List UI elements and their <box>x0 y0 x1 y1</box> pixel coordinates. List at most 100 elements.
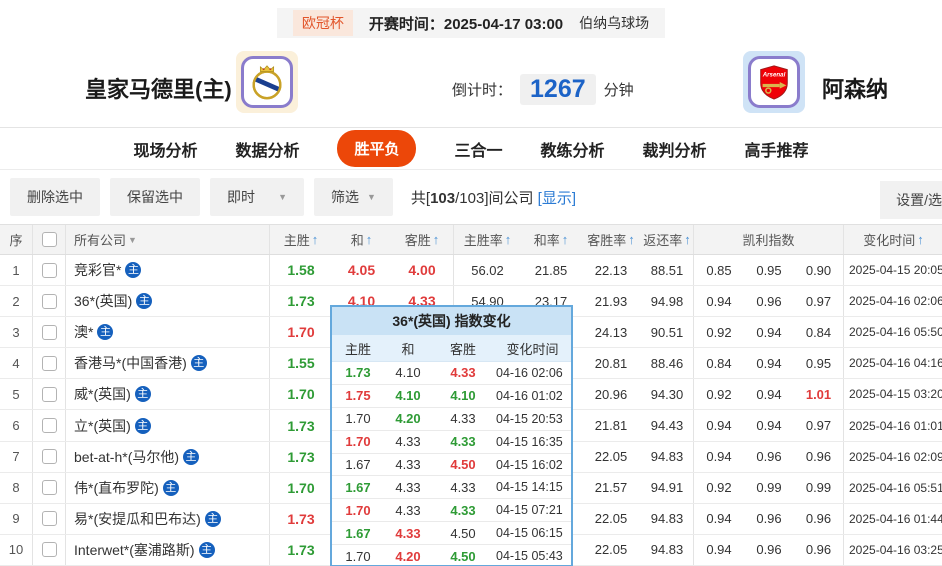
tab-7[interactable]: 高手推荐 <box>745 137 809 161</box>
countdown-label: 倒计时： <box>452 82 513 99</box>
tab-4[interactable]: 三合一 <box>454 137 502 161</box>
settings-button[interactable]: 设置/选 <box>880 181 942 219</box>
company-cell[interactable]: 澳* 主 <box>66 317 270 348</box>
time-filter-select[interactable]: 即时 ▼ <box>210 178 304 216</box>
tab-5[interactable]: 教练分析 <box>541 137 605 161</box>
row-checkbox[interactable] <box>41 324 57 340</box>
popup-change-time: 04-15 16:35 <box>496 434 563 449</box>
header-away-rate[interactable]: 客胜率 ↑ <box>581 225 641 254</box>
header-company[interactable]: 所有公司 ▼ <box>66 225 270 254</box>
row-checkbox[interactable] <box>41 355 57 371</box>
header-draw-rate[interactable]: 和率 ↑ <box>521 225 581 254</box>
home-odds-cell: 1.73 <box>287 541 315 558</box>
row-checkbox[interactable] <box>41 511 57 527</box>
company-cell[interactable]: bet-at-h*(马尔他) 主 <box>66 441 270 472</box>
company-name: 竞彩官* <box>74 262 122 279</box>
real-madrid-crest-icon <box>241 56 293 108</box>
row-number: 1 <box>0 255 33 286</box>
select-all-checkbox[interactable] <box>41 232 57 247</box>
row-checkbox-cell <box>33 286 66 317</box>
away-rate-cell: 20.96 <box>594 386 628 402</box>
start-time-value: 2025-04-17 03:00 <box>443 15 564 33</box>
company-cell[interactable]: 易*(安提瓜和巴布达) 主 <box>66 503 270 534</box>
company-name: 36*(英国) <box>74 293 133 310</box>
kelly-cell-1: 0.92 <box>706 386 732 402</box>
filter-button[interactable]: 筛选 ▼ <box>314 178 393 216</box>
header-draw-odds[interactable]: 和 ↑ <box>332 225 391 254</box>
popup-row: 1.70 4.20 4.33 04-15 20:53 <box>332 408 571 431</box>
home-odds-cell: 1.58 <box>287 262 315 279</box>
home-odds-cell: 1.70 <box>287 324 315 341</box>
header-home-rate[interactable]: 主胜率 ↑ <box>454 225 521 254</box>
return-rate-cell: 88.51 <box>641 255 694 286</box>
company-cell[interactable]: 威*(英国) 主 <box>66 379 270 410</box>
popup-header-draw: 和 <box>401 341 415 357</box>
tab-3[interactable]: 胜平负 <box>337 130 417 167</box>
kelly-cell-1: 0.94 <box>706 542 732 558</box>
filter-label: 筛选 <box>331 189 359 205</box>
row-checkbox[interactable] <box>41 418 57 434</box>
row-checkbox[interactable] <box>41 293 57 309</box>
popup-home-odds: 1.73 <box>345 365 371 381</box>
header-draw-rate-label: 和率 <box>533 233 560 248</box>
return-rate-cell: 94.83 <box>641 441 694 472</box>
popup-change-time: 04-15 16:02 <box>496 457 563 472</box>
header-no: 序 <box>0 225 33 254</box>
away-rate-cell: 20.81 <box>594 355 628 371</box>
company-name: 易*(安提瓜和巴布达) <box>74 510 201 527</box>
company-cell[interactable]: 香港马*(中国香港) 主 <box>66 348 270 379</box>
kelly-cell-3: 1.01 <box>794 379 844 410</box>
company-count-selected: 103 <box>430 189 456 207</box>
company-cell[interactable]: 伟*(直布罗陀) 主 <box>66 472 270 503</box>
row-checkbox[interactable] <box>41 262 57 278</box>
row-checkbox-cell <box>33 348 66 379</box>
tab-6[interactable]: 裁判分析 <box>643 137 707 161</box>
tab-2[interactable]: 数据分析 <box>235 137 299 161</box>
row-checkbox[interactable] <box>41 386 57 402</box>
show-link[interactable]: [显示] <box>538 190 576 207</box>
sort-up-icon: ↑ <box>365 232 373 247</box>
table-row: 1 竞彩官* 主 1.58 4.05 4.00 56.02 21.85 22.13 88.51 0.… <box>0 255 942 287</box>
kelly-cell-2: 0.94 <box>756 418 782 434</box>
home-odds-cell: 1.73 <box>287 417 315 434</box>
popup-change-time: 04-16 01:02 <box>496 388 563 403</box>
kelly-cell-1: 0.84 <box>706 355 732 371</box>
match-odds-page: 欧冠杯 开赛时间：2025-04-17 03:00 伯纳乌球场 皇家马德里(主)… <box>0 0 942 566</box>
home-badge-icon: 主 <box>134 386 151 403</box>
popup-title: 36*(英国) 指数变化 <box>332 307 571 335</box>
popup-header-away: 客胜 <box>449 341 476 357</box>
start-time-label: 开赛时间： <box>368 15 444 33</box>
row-checkbox[interactable] <box>41 449 57 465</box>
kelly-cell-3: 0.90 <box>794 255 844 286</box>
keep-selected-button[interactable]: 保留选中 <box>110 178 200 216</box>
away-rate-cell: 22.05 <box>594 542 628 558</box>
league-tag: 欧冠杯 <box>292 10 353 36</box>
sort-up-icon: ↑ <box>684 232 691 247</box>
kelly-cell-2: 0.96 <box>756 293 782 309</box>
header-home-odds[interactable]: 主胜 ↑ <box>270 225 332 254</box>
row-number: 8 <box>0 472 33 503</box>
company-cell[interactable]: 36*(英国) 主 <box>66 286 270 317</box>
delete-selected-button[interactable]: 删除选中 <box>10 178 100 216</box>
arsenal-crest-icon: Arsenal <box>748 56 800 108</box>
company-cell[interactable]: Interwet*(塞浦路斯) 主 <box>66 534 270 565</box>
sort-up-icon: ↑ <box>917 232 924 247</box>
row-number: 4 <box>0 348 33 379</box>
company-cell[interactable]: 竞彩官* 主 <box>66 255 270 286</box>
row-checkbox[interactable] <box>41 542 57 558</box>
home-badge-icon: 主 <box>134 417 151 434</box>
kelly-cell-1: 0.85 <box>706 262 732 278</box>
tab-1[interactable]: 现场分析 <box>133 137 197 161</box>
company-cell[interactable]: 立*(英国) 主 <box>66 410 270 441</box>
countdown-value: 1267 <box>520 74 596 105</box>
kelly-cell-2: 0.94 <box>756 324 782 340</box>
away-rate-cell: 21.81 <box>594 418 628 434</box>
header-change-time[interactable]: 变化时间 ↑ <box>844 225 942 254</box>
svg-text:Arsenal: Arsenal <box>762 71 786 78</box>
row-checkbox-cell <box>33 534 66 565</box>
header-return-rate[interactable]: 返还率 ↑ <box>641 225 694 254</box>
header-change-time-label: 变化时间 <box>863 233 916 248</box>
row-checkbox[interactable] <box>41 480 57 496</box>
return-rate-cell: 94.43 <box>641 410 694 441</box>
header-away-odds[interactable]: 客胜 ↑ <box>391 225 454 254</box>
